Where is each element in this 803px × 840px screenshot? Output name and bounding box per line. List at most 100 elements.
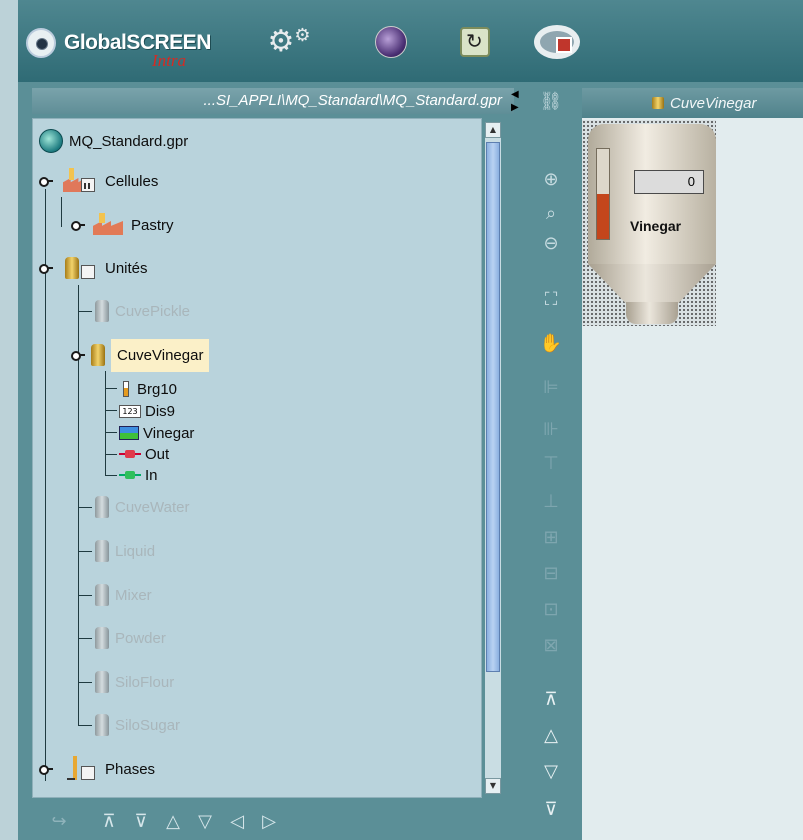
tree-node-label: Cellules: [105, 172, 159, 190]
align-left-icon[interactable]: ⊫: [538, 374, 564, 400]
tree-node-cuvewater[interactable]: CuveWater: [95, 496, 190, 518]
main-toolbar: GlobalSCREEN Intra ⚙⚙: [18, 0, 803, 82]
tree-node-cuvevinegar[interactable]: CuveVinegar: [71, 338, 210, 372]
move-left-icon[interactable]: ◁: [226, 811, 248, 832]
tree-connector: [78, 682, 92, 683]
project-tree: MQ_Standard.gpr Cellules Pastry Unités C…: [32, 118, 482, 798]
tree-node-silosugar[interactable]: SiloSugar: [95, 714, 181, 736]
tree-node-brg10[interactable]: Brg10: [119, 379, 177, 399]
zoom-in-icon[interactable]: ⊕: [538, 166, 564, 192]
tree-node-label: Dis9: [145, 402, 176, 420]
expand-toggle-icon[interactable]: [71, 350, 85, 361]
tree-scrollbar[interactable]: ▲ ▼: [485, 122, 501, 794]
tree-node-siloflour[interactable]: SiloFlour: [95, 671, 175, 693]
document-tab-title: CuveVinegar: [670, 94, 757, 112]
tree-node-label: MQ_Standard.gpr: [69, 132, 189, 150]
document-tab[interactable]: CuveVinegar: [582, 88, 803, 118]
tree-connector: [78, 311, 92, 312]
expand-toggle-icon[interactable]: [71, 220, 85, 231]
scroll-up-button[interactable]: ▲: [485, 122, 501, 138]
tree-node-label: SiloFlour: [115, 673, 175, 691]
tank-icon: [95, 584, 109, 606]
logo-circle-icon: [26, 28, 56, 58]
logo-title: GlobalSCREEN: [64, 31, 211, 54]
tree-node-phases[interactable]: Phases: [39, 756, 155, 780]
expand-toggle-icon[interactable]: [39, 764, 53, 775]
move-first-icon[interactable]: ⊼: [98, 811, 120, 832]
picture-icon: [119, 426, 139, 440]
center-vertical-icon[interactable]: ⊞: [538, 524, 564, 550]
move-up-icon[interactable]: △: [162, 811, 184, 832]
tree-node-label: SiloSugar: [115, 716, 181, 734]
last-item-icon[interactable]: ⊽: [538, 796, 564, 822]
expand-toggle-icon[interactable]: [39, 176, 53, 187]
first-item-icon[interactable]: ⊼: [538, 686, 564, 712]
tree-node-label: Out: [145, 445, 170, 463]
hand-icon[interactable]: ✋: [538, 330, 564, 356]
gears-button[interactable]: ⚙⚙: [267, 22, 311, 62]
tank-icon: [95, 627, 109, 649]
scroll-thumb[interactable]: [486, 142, 500, 672]
tree-connector: [78, 507, 92, 508]
align-top-icon[interactable]: ⊤: [538, 450, 564, 476]
tank-icon: [652, 97, 664, 109]
tree-node-liquid[interactable]: Liquid: [95, 540, 156, 562]
tree-node-out[interactable]: Out: [119, 444, 169, 464]
runtime-button[interactable]: [528, 22, 586, 62]
undo-arrow-icon[interactable]: ↪: [48, 811, 70, 832]
tree-node-label: Pastry: [131, 216, 174, 234]
tree-node-label: Mixer: [115, 586, 152, 604]
tree-node-unites[interactable]: Unités: [39, 257, 148, 279]
zoom-fit-icon[interactable]: ⌕: [538, 200, 564, 226]
tree-node-cellules[interactable]: Cellules: [39, 168, 159, 192]
mirror-button[interactable]: [454, 22, 496, 62]
tree-connector: [105, 388, 117, 389]
tree-node-vinegar[interactable]: Vinegar: [119, 423, 194, 443]
tree-connector: [78, 638, 92, 639]
bargraph-icon: [119, 381, 133, 397]
factory-icon: [91, 213, 125, 237]
tree-node-label: Liquid: [115, 542, 156, 560]
mirror-icon: [460, 27, 490, 57]
tree-node-powder[interactable]: Powder: [95, 627, 166, 649]
previous-item-icon[interactable]: △: [538, 722, 564, 748]
tree-node-mixer[interactable]: Mixer: [95, 584, 152, 606]
align-bottom-icon[interactable]: ⊥: [538, 488, 564, 514]
globe-button[interactable]: [370, 22, 412, 62]
tree-node-root[interactable]: MQ_Standard.gpr: [39, 129, 189, 153]
distribute-vertical-icon[interactable]: ⊡: [538, 596, 564, 622]
tree-connector: [105, 454, 117, 455]
move-down-icon[interactable]: ▽: [194, 811, 216, 832]
tank-icon: [95, 714, 109, 736]
distribute-horizontal-icon[interactable]: ⊟: [538, 560, 564, 586]
logo-subtitle: Intra: [152, 51, 186, 70]
move-last-icon[interactable]: ⊽: [130, 811, 152, 832]
tree-node-cuvepickle[interactable]: CuvePickle: [95, 300, 190, 322]
fullscreen-icon[interactable]: ⛶: [538, 286, 564, 312]
globe-icon: [375, 26, 407, 58]
runtime-icon: [534, 25, 580, 59]
tree-node-dis9[interactable]: 123 Dis9: [119, 401, 175, 421]
tree-navigation-bar: ↪ ⊼ ⊽ △ ▽ ◁ ▷: [48, 808, 290, 834]
link-icon[interactable]: ⛓: [538, 88, 564, 114]
move-right-icon[interactable]: ▷: [258, 811, 280, 832]
tree-connector: [105, 410, 117, 411]
vinegar-tank-widget[interactable]: 0 Vinegar: [582, 120, 716, 326]
collapse-panel-icon[interactable]: ◀ ▶: [511, 88, 521, 114]
tree-node-label: In: [145, 466, 158, 484]
scroll-down-button[interactable]: ▼: [485, 778, 501, 794]
align-right-icon[interactable]: ⊪: [538, 416, 564, 442]
project-globe-icon: [39, 129, 63, 153]
tree-connector: [105, 432, 117, 433]
tree-node-in[interactable]: In: [119, 465, 158, 485]
center-horizontal-icon[interactable]: ⊠: [538, 632, 564, 658]
tank-value-display: 0: [634, 170, 704, 194]
expand-toggle-icon[interactable]: [39, 263, 53, 274]
tank-icon: [95, 300, 109, 322]
gears-icon: ⚙⚙: [267, 24, 311, 59]
next-item-icon[interactable]: ▽: [538, 758, 564, 784]
logo-text: GlobalSCREEN Intra: [64, 31, 211, 70]
tree-node-pastry[interactable]: Pastry: [71, 213, 174, 237]
zoom-out-icon[interactable]: ⊖: [538, 230, 564, 256]
tree-node-label: CuveWater: [115, 498, 190, 516]
